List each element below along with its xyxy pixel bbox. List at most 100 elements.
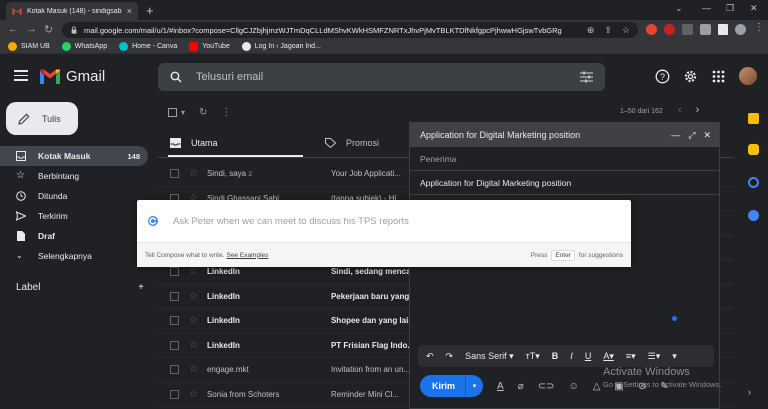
extensions-puzzle-icon[interactable] bbox=[682, 24, 693, 35]
more-options-icon[interactable]: ⋮ bbox=[221, 107, 231, 118]
maximize-icon[interactable]: ❐ bbox=[726, 3, 734, 14]
undo-icon[interactable]: ↶ bbox=[426, 351, 434, 362]
gmail-logo[interactable]: Gmail bbox=[40, 68, 105, 85]
ai-compose-popup: Tell Compose what to write.See Examples … bbox=[137, 200, 631, 267]
row-checkbox[interactable] bbox=[170, 365, 179, 375]
minimize-icon[interactable]: — bbox=[702, 3, 711, 13]
browser-tab[interactable]: Kotak Masuk (148) - sindigsabila... × bbox=[6, 2, 138, 20]
sidebar-item-more[interactable]: ⌄ Selengkapnya bbox=[0, 246, 148, 266]
labels-heading: Label bbox=[16, 282, 41, 293]
add-label-icon[interactable]: + bbox=[138, 282, 144, 293]
schedule-send-dropdown-icon[interactable]: ▾ bbox=[465, 375, 483, 397]
redo-icon[interactable]: ↷ bbox=[446, 351, 454, 362]
star-icon[interactable]: ☆ bbox=[189, 340, 198, 351]
calendar-icon[interactable] bbox=[748, 113, 759, 124]
reload-icon[interactable]: ↻ bbox=[44, 23, 53, 36]
windows-activation-watermark: Activate Windows Go to Settings to activ… bbox=[603, 366, 722, 389]
keep-icon[interactable] bbox=[748, 144, 759, 155]
underline-icon[interactable]: U bbox=[585, 351, 592, 361]
tasks-icon[interactable] bbox=[748, 177, 759, 188]
forward-icon[interactable]: → bbox=[26, 23, 37, 35]
fullscreen-compose-icon[interactable]: ⤢ bbox=[688, 130, 695, 141]
row-checkbox[interactable] bbox=[170, 267, 179, 277]
expand-panel-icon[interactable]: › bbox=[748, 387, 759, 398]
subject-field[interactable]: Application for Digital Marketing positi… bbox=[410, 171, 719, 195]
settings-gear-icon[interactable] bbox=[683, 69, 698, 84]
text-formatting-icon[interactable]: A bbox=[497, 381, 504, 392]
next-page-icon[interactable]: › bbox=[696, 104, 700, 116]
refresh-icon[interactable]: ↻ bbox=[199, 107, 207, 118]
more-formatting-icon[interactable]: ▾ bbox=[672, 351, 677, 362]
select-all-checkbox[interactable] bbox=[168, 107, 177, 117]
tab-close-icon[interactable]: × bbox=[127, 6, 132, 16]
extension-icon[interactable] bbox=[664, 24, 675, 35]
attach-icon[interactable]: ⌀ bbox=[518, 381, 524, 392]
side-panel-icon[interactable] bbox=[718, 24, 728, 35]
align-icon[interactable]: ≡▾ bbox=[626, 351, 636, 362]
share-icon[interactable]: ⇪ bbox=[604, 25, 612, 36]
address-bar[interactable]: mail.google.com/mail/u/1/#inbox?compose=… bbox=[62, 22, 638, 38]
bookmark-item[interactable]: WhatsApp bbox=[61, 42, 107, 51]
zoom-icon[interactable]: ⊕ bbox=[587, 25, 595, 36]
tab-search-icon[interactable]: ⌄ bbox=[675, 3, 683, 14]
search-input[interactable] bbox=[196, 71, 566, 83]
bookmark-item[interactable]: Log In ‹ Jagoan Ind... bbox=[241, 42, 321, 51]
select-dropdown-icon[interactable]: ▾ bbox=[181, 108, 185, 117]
text-color-icon[interactable]: A▾ bbox=[603, 351, 614, 362]
sidebar-item-drafts[interactable]: Draf bbox=[0, 226, 148, 246]
main-menu-icon[interactable] bbox=[14, 70, 28, 84]
star-icon[interactable]: ☆ bbox=[189, 266, 198, 277]
reading-list-icon[interactable] bbox=[700, 24, 711, 35]
bold-icon[interactable]: B bbox=[552, 351, 559, 361]
bookmark-item[interactable]: SIAM UB bbox=[8, 42, 50, 51]
bookmark-item[interactable]: YouTube bbox=[189, 42, 230, 51]
star-icon[interactable]: ☆ bbox=[189, 389, 198, 400]
link-icon[interactable]: ⊂⊃ bbox=[538, 381, 555, 392]
numbered-list-icon[interactable]: ☰▾ bbox=[648, 351, 661, 362]
tab-primary[interactable]: Utama bbox=[158, 128, 313, 157]
account-avatar[interactable] bbox=[739, 67, 757, 85]
row-checkbox[interactable] bbox=[170, 389, 179, 399]
browser-menu-icon[interactable]: ⋮ bbox=[754, 22, 765, 33]
bookmark-star-icon[interactable]: ☆ bbox=[622, 25, 630, 36]
italic-icon[interactable]: I bbox=[570, 351, 573, 361]
apps-grid-icon[interactable] bbox=[711, 69, 726, 84]
star-icon[interactable]: ☆ bbox=[189, 291, 198, 302]
star-icon[interactable]: ☆ bbox=[189, 315, 198, 326]
search-icon[interactable] bbox=[170, 71, 182, 83]
back-icon[interactable]: ← bbox=[8, 23, 19, 35]
gmail-wordmark: Gmail bbox=[66, 68, 106, 85]
close-compose-icon[interactable]: ✕ bbox=[703, 130, 711, 141]
sidebar-item-snoozed[interactable]: Ditunda bbox=[0, 186, 148, 206]
sidebar-item-inbox[interactable]: Kotak Masuk 148 bbox=[0, 146, 148, 166]
new-tab-icon[interactable]: + bbox=[146, 3, 154, 18]
sidebar-item-sent[interactable]: Terkirim bbox=[0, 206, 148, 226]
canva-icon bbox=[119, 42, 129, 51]
font-select[interactable]: Sans Serif ▾ bbox=[465, 351, 514, 362]
star-icon[interactable]: ☆ bbox=[189, 364, 198, 375]
send-button[interactable]: Kirim ▾ bbox=[420, 375, 484, 397]
star-icon[interactable]: ☆ bbox=[189, 168, 198, 179]
close-window-icon[interactable]: ✕ bbox=[750, 3, 758, 14]
ai-prompt-input[interactable] bbox=[173, 215, 631, 227]
emoji-icon[interactable]: ☺ bbox=[568, 381, 578, 392]
compose-button[interactable]: Tulis bbox=[6, 102, 78, 135]
row-checkbox[interactable] bbox=[170, 169, 179, 179]
search-bar[interactable] bbox=[158, 63, 605, 91]
profile-icon[interactable] bbox=[735, 24, 746, 35]
to-field[interactable]: Penerima bbox=[410, 147, 719, 171]
drive-icon[interactable]: △ bbox=[593, 381, 601, 392]
row-checkbox[interactable] bbox=[170, 291, 179, 301]
row-checkbox[interactable] bbox=[170, 316, 179, 326]
contacts-icon[interactable] bbox=[748, 210, 759, 221]
sidebar-item-starred[interactable]: ☆ Berbintang bbox=[0, 166, 148, 186]
font-size-icon[interactable]: тT▾ bbox=[526, 351, 540, 362]
search-options-icon[interactable] bbox=[580, 71, 593, 83]
help-icon[interactable]: ? bbox=[655, 69, 670, 84]
row-checkbox[interactable] bbox=[170, 340, 179, 350]
bookmark-item[interactable]: Home - Canva bbox=[119, 42, 177, 51]
extension-icon[interactable] bbox=[646, 24, 657, 35]
see-examples-link[interactable]: See Examples bbox=[226, 252, 268, 259]
prev-page-icon[interactable]: ‹ bbox=[678, 104, 682, 116]
minimize-compose-icon[interactable]: — bbox=[671, 130, 680, 141]
